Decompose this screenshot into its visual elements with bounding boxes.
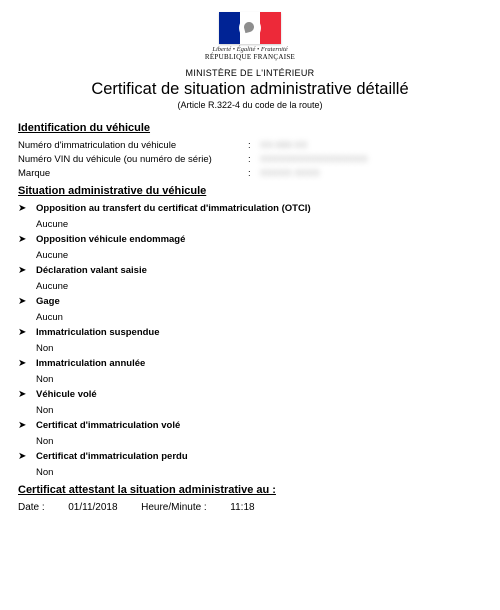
status-label: Gage [36,296,60,307]
time-label: Heure/Minute : [141,502,207,513]
identification-label: Numéro VIN du véhicule (ou numéro de sér… [18,154,248,165]
chevron-right-icon: ➤ [18,234,28,246]
colon: : [248,154,260,165]
status-label: Certificat d'immatriculation perdu [36,451,188,462]
identification-row: Numéro VIN du véhicule (ou numéro de sér… [18,154,482,165]
status-value: Non [36,374,482,385]
status-label: Opposition véhicule endommagé [36,234,185,245]
status-label: Opposition au transfert du certificat d'… [36,203,311,214]
status-value: Aucune [36,281,482,292]
national-logo: Liberté • Égalité • Fraternité RÉPUBLIQU… [18,12,482,62]
status-value: Non [36,467,482,478]
chevron-right-icon: ➤ [18,420,28,432]
colon: : [248,168,260,179]
document-title: Certificat de situation administrative d… [18,80,482,99]
status-value: Aucune [36,250,482,261]
chevron-right-icon: ➤ [18,265,28,277]
date-value: 01/11/2018 [68,502,117,513]
status-label: Déclaration valant saisie [36,265,147,276]
attestation-line: Date : 01/11/2018 Heure/Minute : 11:18 [18,502,482,513]
chevron-right-icon: ➤ [18,358,28,370]
status-value: Aucun [36,312,482,323]
identification-row: Marque : XXXXX XXXX [18,168,482,179]
situation-header: Situation administrative du véhicule [18,185,482,197]
chevron-right-icon: ➤ [18,451,28,463]
time-value: 11:18 [230,502,254,513]
brand-value: XXXXX XXXX [260,168,482,179]
french-flag-icon [219,12,281,44]
chevron-right-icon: ➤ [18,327,28,339]
vin-value: XXXXXXXXXXXXXXXXX [260,154,482,165]
status-item: ➤ Certificat d'immatriculation perdu Non [18,451,482,478]
chevron-right-icon: ➤ [18,203,28,215]
status-item: ➤ Déclaration valant saisie Aucune [18,265,482,292]
republique-text: RÉPUBLIQUE FRANÇAISE [205,53,295,61]
marianne-icon [239,17,261,39]
document-subtitle: (Article R.322-4 du code de la route) [18,100,482,110]
status-value: Aucune [36,219,482,230]
identification-label: Marque [18,168,248,179]
status-item: ➤ Opposition véhicule endommagé Aucune [18,234,482,261]
date-label: Date : [18,502,45,513]
status-label: Certificat d'immatriculation volé [36,420,180,431]
attestation-header: Certificat attestant la situation admini… [18,484,482,496]
status-item: ➤ Véhicule volé Non [18,389,482,416]
registration-number-value: XX-000-XX [260,140,482,151]
status-value: Non [36,405,482,416]
status-item: ➤ Gage Aucun [18,296,482,323]
identification-label: Numéro d'immatriculation du véhicule [18,140,248,151]
chevron-right-icon: ➤ [18,389,28,401]
status-list: ➤ Opposition au transfert du certificat d… [18,203,482,478]
status-label: Véhicule volé [36,389,97,400]
motto-text: Liberté • Égalité • Fraternité [205,46,295,53]
ministry-name: MINISTÈRE DE L'INTÉRIEUR [18,68,482,78]
status-item: ➤ Immatriculation annulée Non [18,358,482,385]
status-item: ➤ Opposition au transfert du certificat d… [18,203,482,230]
identification-row: Numéro d'immatriculation du véhicule : X… [18,140,482,151]
status-label: Immatriculation suspendue [36,327,160,338]
colon: : [248,140,260,151]
status-value: Non [36,343,482,354]
status-item: ➤ Immatriculation suspendue Non [18,327,482,354]
chevron-right-icon: ➤ [18,296,28,308]
status-item: ➤ Certificat d'immatriculation volé Non [18,420,482,447]
status-label: Immatriculation annulée [36,358,145,369]
identification-header: Identification du véhicule [18,122,482,134]
status-value: Non [36,436,482,447]
